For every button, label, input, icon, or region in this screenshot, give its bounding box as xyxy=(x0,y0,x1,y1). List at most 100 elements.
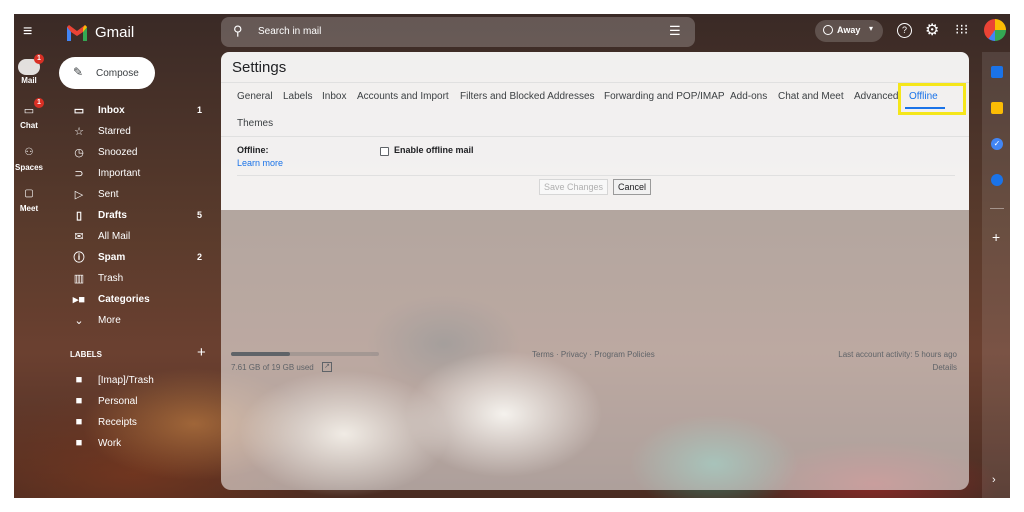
rail-mail[interactable]: 1 Mail xyxy=(14,54,44,85)
rail-mail-label: Mail xyxy=(21,76,37,85)
search-input[interactable]: Search in mail xyxy=(258,26,321,37)
clock-icon: ◷ xyxy=(74,146,84,159)
label-item-text: Work xyxy=(98,437,122,449)
learn-more-link[interactable]: Learn more xyxy=(237,158,283,168)
enable-offline-checkbox[interactable] xyxy=(380,147,389,156)
trash-icon: ▥ xyxy=(73,272,85,285)
tabs-bottom-divider xyxy=(221,136,969,137)
search-bar[interactable]: ⚲ Search in mail ☰ xyxy=(221,17,695,47)
chat-badge: 1 xyxy=(34,98,44,108)
add-label-icon[interactable]: + xyxy=(197,344,206,361)
nav-more[interactable]: ⌄ More xyxy=(68,310,218,330)
external-link-icon[interactable]: ↗ xyxy=(322,362,332,372)
label-item-text: Personal xyxy=(98,395,138,407)
add-addon-icon[interactable]: + xyxy=(992,229,1000,245)
labels-heading: LABELS xyxy=(70,350,102,359)
status-circle-icon xyxy=(823,25,833,35)
chevron-down-icon: ▾ xyxy=(869,24,874,33)
details-link[interactable]: Details xyxy=(933,363,957,372)
save-changes-button[interactable]: Save Changes xyxy=(539,179,609,195)
storage-bar-fill xyxy=(231,352,291,356)
nav-important[interactable]: ⊃ Important xyxy=(68,163,218,183)
tab-filters[interactable]: Filters and Blocked Addresses xyxy=(460,91,595,102)
search-options-icon[interactable]: ☰ xyxy=(669,23,681,39)
tab-advanced[interactable]: Advanced xyxy=(854,91,898,102)
footer-links[interactable]: Terms · Privacy · Program Policies xyxy=(532,350,655,359)
nav-drafts-label: Drafts xyxy=(98,209,127,221)
status-button[interactable]: Away ▾ xyxy=(815,20,883,42)
nav-drafts[interactable]: ▯ Drafts 5 xyxy=(68,205,218,225)
all-mail-icon: ✉ xyxy=(74,230,84,243)
nav-snoozed[interactable]: ◷ Snoozed xyxy=(68,142,218,162)
search-icon[interactable]: ⚲ xyxy=(233,23,243,39)
tab-forwarding[interactable]: Forwarding and POP/IMAP xyxy=(604,91,725,102)
label-icon: ▸■ xyxy=(72,293,86,306)
gear-icon[interactable]: ⚙ xyxy=(925,20,939,40)
rail-spaces[interactable]: ⚇ Spaces xyxy=(14,146,44,172)
tab-accounts-import[interactable]: Accounts and Import xyxy=(357,91,449,102)
help-icon[interactable]: ? xyxy=(897,23,912,38)
nav-categories[interactable]: ▸■ Categories xyxy=(68,289,218,309)
nav-snoozed-label: Snoozed xyxy=(98,146,138,158)
chat-icon: ▭ 1 xyxy=(18,98,44,120)
avatar[interactable] xyxy=(984,19,1006,41)
show-side-panel-icon[interactable]: › xyxy=(992,474,996,486)
nav-categories-label: Categories xyxy=(98,293,150,305)
tasks-icon[interactable]: ✓ xyxy=(991,138,1003,150)
rail-meet[interactable]: ▢ Meet xyxy=(14,187,44,213)
settings-panel-lower: 7.61 GB of 19 GB used ↗ Terms · Privacy … xyxy=(221,210,969,490)
mail-icon: 1 xyxy=(18,54,44,75)
gmail-wordmark: Gmail xyxy=(95,24,135,41)
keep-icon[interactable] xyxy=(991,102,1003,114)
active-tab-underline xyxy=(905,107,945,109)
tab-labels[interactable]: Labels xyxy=(283,91,312,102)
last-activity-text: Last account activity: 5 hours ago xyxy=(838,350,957,359)
enable-offline-label[interactable]: Enable offline mail xyxy=(394,145,474,155)
nav-trash[interactable]: ▥ Trash xyxy=(68,268,218,288)
chevron-down-icon: ⌄ xyxy=(74,314,84,327)
label-item[interactable]: ■ Work xyxy=(68,433,218,453)
nav-sent[interactable]: ▷ Sent xyxy=(68,184,218,204)
gmail-logo-icon[interactable] xyxy=(66,24,88,42)
calendar-icon[interactable] xyxy=(991,66,1003,78)
contacts-icon[interactable] xyxy=(991,174,1003,186)
spaces-icon: ⚇ xyxy=(24,147,34,158)
cancel-button[interactable]: Cancel xyxy=(613,179,652,195)
tab-general[interactable]: General xyxy=(237,91,273,102)
send-icon: ▷ xyxy=(74,188,84,201)
nav-inbox-count: 1 xyxy=(196,105,202,115)
draft-icon: ▯ xyxy=(75,209,83,222)
label-icon: ■ xyxy=(75,437,83,449)
label-item-text: Receipts xyxy=(98,416,137,428)
label-item[interactable]: ■ Personal xyxy=(68,391,218,411)
nav-drafts-count: 5 xyxy=(196,210,202,220)
video-icon: ▢ xyxy=(24,188,34,199)
star-icon: ☆ xyxy=(74,125,84,138)
tab-inbox[interactable]: Inbox xyxy=(322,91,346,102)
label-item[interactable]: ■ Receipts xyxy=(68,412,218,432)
nav-trash-label: Trash xyxy=(98,272,124,284)
compose-label: Compose xyxy=(96,68,139,79)
nav-spam[interactable]: ⓘ Spam 2 xyxy=(68,247,218,267)
inbox-icon: ▭ xyxy=(73,104,85,117)
tab-offline[interactable]: Offline xyxy=(909,91,938,102)
main-menu-icon[interactable]: ≡ xyxy=(23,23,32,41)
apps-grid-icon[interactable]: ⁝⁝⁝ xyxy=(955,21,968,38)
label-item[interactable]: ■ [Imap]/Trash xyxy=(68,370,218,390)
nav-inbox[interactable]: ▭ Inbox 1 xyxy=(68,100,218,120)
compose-button[interactable]: ✎ Compose xyxy=(59,57,155,89)
tab-addons[interactable]: Add-ons xyxy=(730,91,767,102)
important-icon: ⊃ xyxy=(74,167,84,180)
settings-panel: Settings General Labels Inbox Accounts a… xyxy=(221,52,969,210)
tabs-divider xyxy=(221,82,969,83)
nav-starred[interactable]: ☆ Starred xyxy=(68,121,218,141)
label-icon: ■ xyxy=(75,416,83,428)
nav-all-mail[interactable]: ✉ All Mail xyxy=(68,226,218,246)
storage-text: 7.61 GB of 19 GB used xyxy=(231,363,314,372)
tab-themes[interactable]: Themes xyxy=(237,118,273,129)
nav-spam-label: Spam xyxy=(98,251,126,263)
rail-chat[interactable]: ▭ 1 Chat xyxy=(14,98,44,130)
side-panel xyxy=(982,52,1010,498)
tab-chat-meet[interactable]: Chat and Meet xyxy=(778,91,844,102)
label-item-text: [Imap]/Trash xyxy=(98,374,154,386)
